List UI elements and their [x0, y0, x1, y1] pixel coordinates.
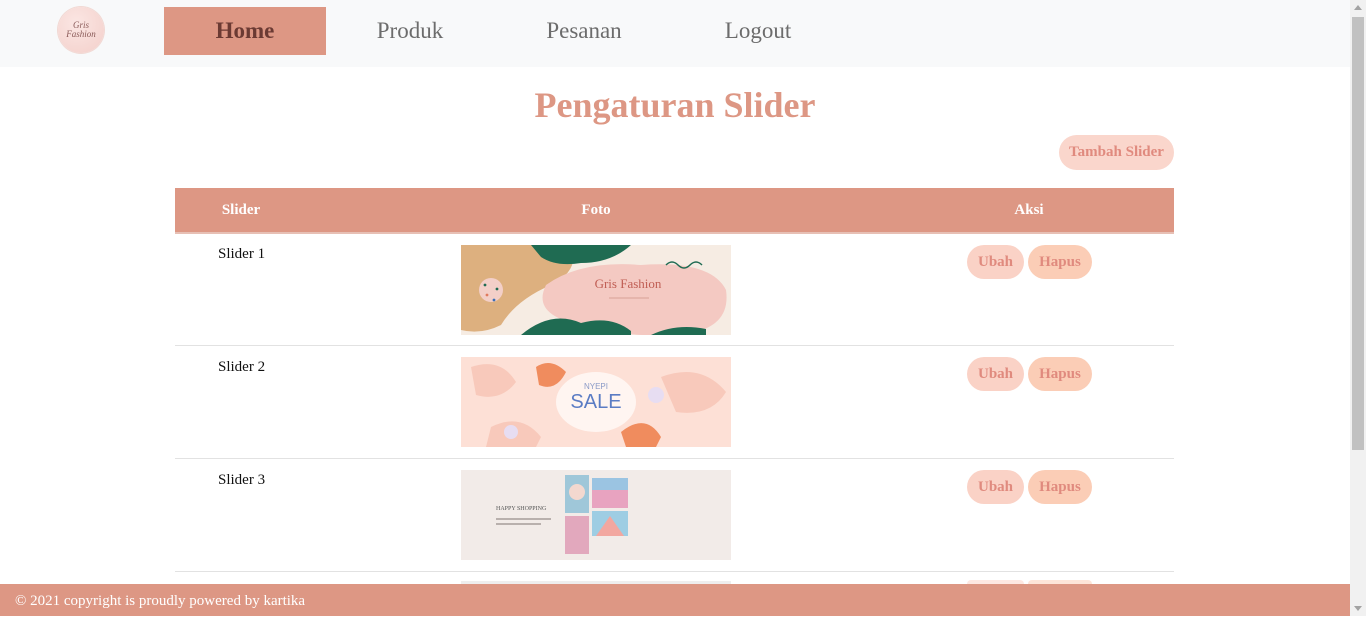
footer-text: © 2021 copyright is proudly powered by k…: [15, 593, 306, 609]
slider-name: Slider 3: [218, 472, 266, 488]
scroll-down-arrow-icon[interactable]: [1354, 606, 1362, 611]
edit-button[interactable]: Ubah: [967, 245, 1024, 279]
header-slider: Slider: [221, 202, 261, 218]
edit-button[interactable]: Ubah: [967, 357, 1024, 391]
add-slider-button[interactable]: Tambah Slider: [1059, 135, 1174, 170]
navbar: Gris Fashion Home Produk Pesanan Logout: [0, 0, 1350, 67]
table-row: Slider 3 HAPPY SHOPPING Ubah Hapus: [175, 459, 1174, 572]
page-title: Pengaturan Slider: [534, 85, 816, 125]
delete-button[interactable]: Hapus: [1028, 245, 1092, 279]
footer: © 2021 copyright is proudly powered by k…: [0, 584, 1350, 616]
delete-button[interactable]: Hapus: [1028, 357, 1092, 391]
slider-name: Slider 1: [218, 246, 266, 262]
slider-name: Slider 2: [218, 359, 266, 375]
nav-logout[interactable]: Logout: [700, 7, 816, 55]
nav-pesanan[interactable]: Pesanan: [523, 7, 645, 55]
banner-text: HAPPY SHOPPING: [496, 506, 547, 512]
table-row: Slider 2 NYEPI SALE Ubah Hapus: [175, 346, 1174, 459]
slider-image: Gris Fashion: [461, 245, 731, 335]
header-foto: Foto: [581, 202, 611, 218]
svg-text:SALE: SALE: [570, 391, 621, 413]
brand-logo[interactable]: Gris Fashion: [58, 7, 104, 53]
delete-button[interactable]: Hapus: [1028, 470, 1092, 504]
nav-produk[interactable]: Produk: [350, 7, 470, 55]
nav-home[interactable]: Home: [164, 7, 326, 55]
slider-image: NYEPI SALE: [461, 357, 731, 447]
scrollbar-thumb[interactable]: [1352, 17, 1364, 450]
header-aksi: Aksi: [1014, 202, 1044, 218]
slider-image: HAPPY SHOPPING: [461, 470, 731, 560]
table-row: Slider 1 Gris Fashion Ubah Hapus: [175, 233, 1174, 346]
banner-text: Gris Fashion: [595, 276, 662, 291]
svg-text:NYEPI: NYEPI: [584, 382, 608, 391]
scroll-up-arrow-icon[interactable]: [1354, 5, 1362, 10]
edit-button[interactable]: Ubah: [967, 470, 1024, 504]
table-header: Slider Foto Aksi: [175, 188, 1174, 234]
brand-logo-text: Gris Fashion: [66, 20, 96, 39]
